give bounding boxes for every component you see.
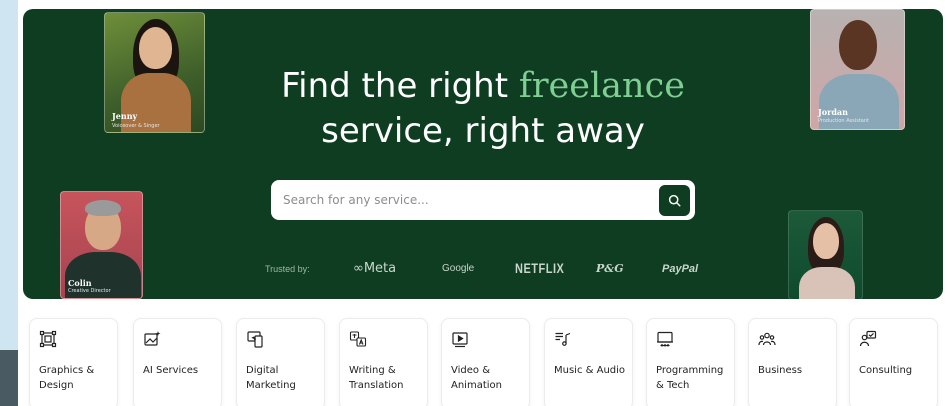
category-label: Video & Animation xyxy=(451,365,502,391)
meta-logo-text: Meta xyxy=(363,261,397,276)
headline-accent-word: freelance xyxy=(518,66,685,106)
category-label: Writing & Translation xyxy=(349,365,404,391)
category-label: Digital Marketing xyxy=(246,365,296,391)
category-label: Consulting xyxy=(859,365,913,376)
category-label: Programming & Tech xyxy=(656,365,724,391)
category-card-video-animation[interactable]: Video & Animation xyxy=(441,318,530,406)
left-edge-strip xyxy=(0,0,18,406)
netflix-logo: NETFLIX xyxy=(515,261,565,277)
category-cards: Graphics & Design AI Services Digital Ma… xyxy=(29,318,940,406)
trusted-by-label: Trusted by: xyxy=(265,264,310,274)
writing-translation-icon xyxy=(349,331,367,347)
digital-marketing-icon xyxy=(247,331,263,348)
category-card-digital-marketing[interactable]: Digital Marketing xyxy=(236,318,325,406)
category-card-writing-translation[interactable]: Writing & Translation xyxy=(339,318,428,406)
category-label: Graphics & Design xyxy=(39,365,95,391)
freelancer-card-colin[interactable]: Colin Creative Director xyxy=(60,191,143,299)
music-audio-icon xyxy=(555,332,571,346)
freelancer-card-portrait[interactable] xyxy=(788,210,863,299)
search-button[interactable] xyxy=(659,185,690,216)
category-card-ai-services[interactable]: AI Services xyxy=(133,318,222,406)
business-icon xyxy=(758,332,776,346)
meta-logo: ∞Meta xyxy=(353,261,396,277)
meta-infinity-icon: ∞ xyxy=(353,261,364,276)
category-card-music-audio[interactable]: Music & Audio xyxy=(544,318,633,406)
search-icon xyxy=(668,194,681,207)
ai-services-icon xyxy=(144,331,161,346)
category-label: AI Services xyxy=(143,365,199,376)
video-animation-icon xyxy=(452,332,468,348)
portrait-face xyxy=(839,20,877,70)
paypal-logo: PayPal xyxy=(662,263,699,275)
headline-text: Find the right xyxy=(281,66,519,106)
consulting-icon xyxy=(859,330,877,347)
portrait-face xyxy=(139,27,172,69)
category-card-programming-tech[interactable]: Programming & Tech xyxy=(646,318,735,406)
category-card-business[interactable]: Business xyxy=(748,318,837,406)
freelancer-role: Creative Director xyxy=(68,288,111,294)
hero-banner: Jenny Voiceover & Singer Jordan Producti… xyxy=(23,9,943,299)
graphics-design-icon xyxy=(39,330,57,348)
google-logo: Google xyxy=(442,263,475,274)
category-card-graphics-design[interactable]: Graphics & Design xyxy=(29,318,118,406)
portrait-body xyxy=(799,267,855,299)
search-bar xyxy=(271,180,695,220)
category-label: Business xyxy=(758,365,803,376)
pg-logo: P&G xyxy=(596,262,624,275)
portrait-hair xyxy=(85,200,121,216)
freelancer-name: Colin xyxy=(68,278,92,288)
category-card-consulting[interactable]: Consulting xyxy=(849,318,938,406)
hero-headline-line1: Find the right freelance xyxy=(23,64,943,108)
portrait-face xyxy=(813,223,839,259)
category-label: Music & Audio xyxy=(554,365,626,376)
left-edge-dark-block xyxy=(0,350,18,406)
hero-headline-line2: service, right away xyxy=(321,111,645,151)
search-input[interactable] xyxy=(283,180,643,220)
programming-tech-icon xyxy=(657,331,673,347)
